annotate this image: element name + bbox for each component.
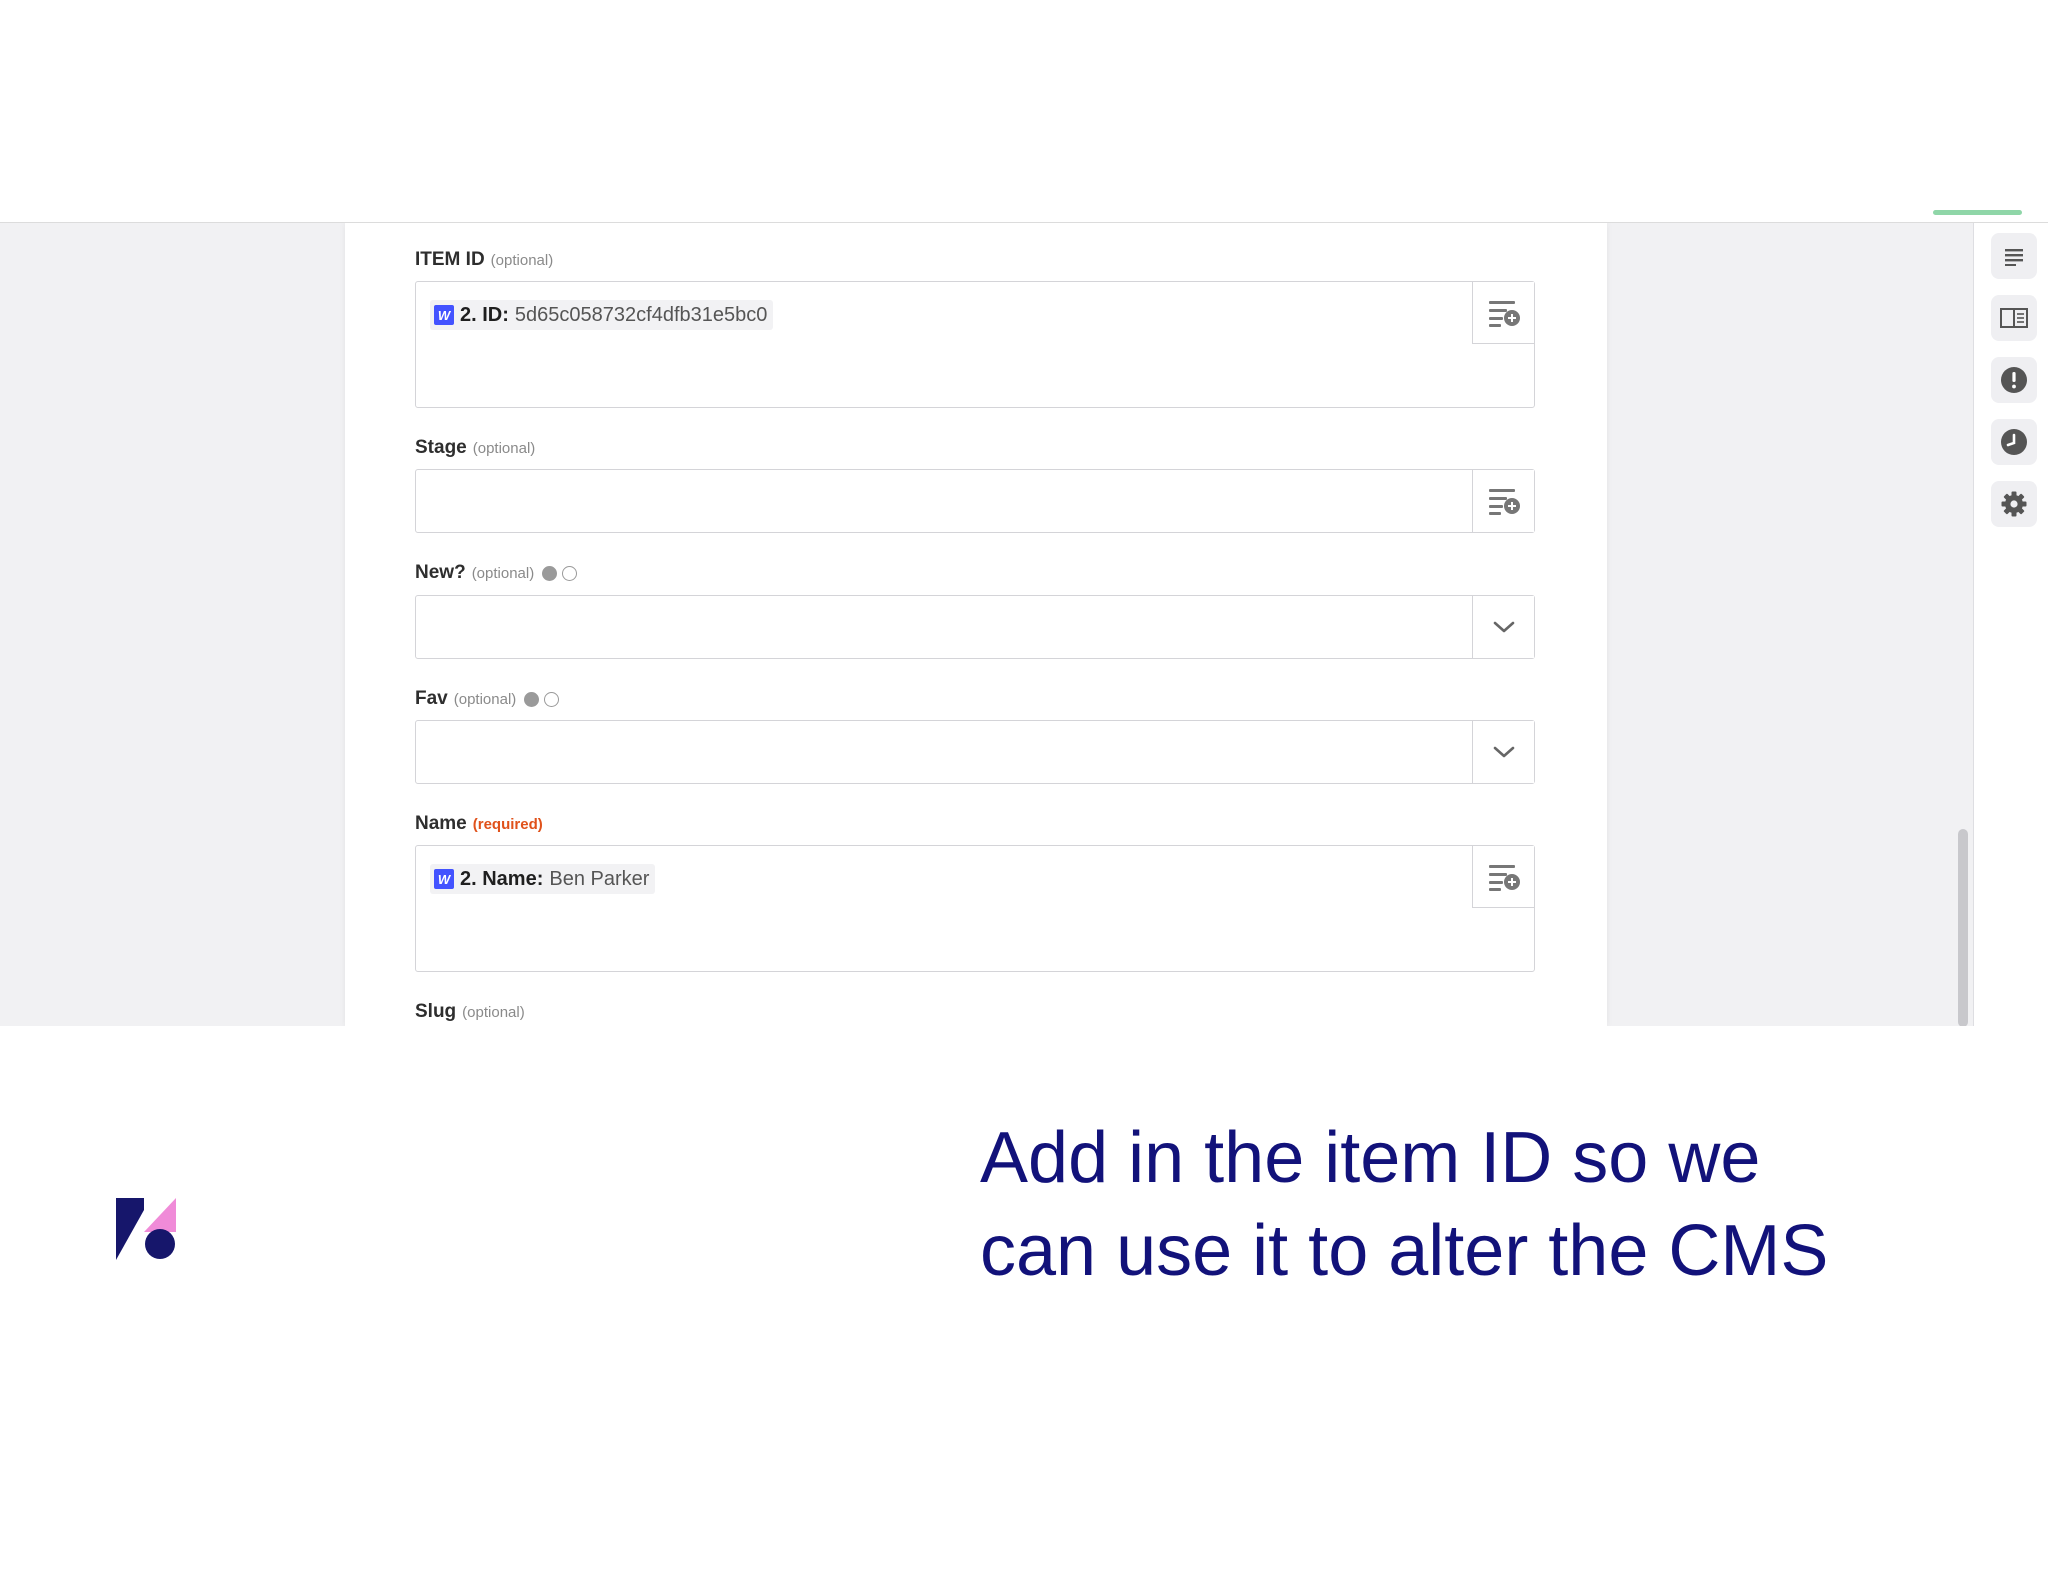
- insert-data-icon: [1488, 300, 1520, 327]
- gear-icon: [2001, 491, 2027, 517]
- item-id-token[interactable]: W 2. ID: 5d65c058732cf4dfb31e5bc0: [430, 300, 774, 330]
- insert-data-icon: [1488, 864, 1520, 891]
- insert-data-button[interactable]: [1472, 282, 1534, 344]
- list-icon: [2005, 249, 2023, 266]
- clock-icon: [2001, 429, 2027, 455]
- chevron-down-icon: [1493, 746, 1514, 758]
- chevron-down-icon: [1493, 621, 1514, 633]
- toggle-filled-icon[interactable]: [542, 565, 558, 581]
- scrollbar[interactable]: [1955, 223, 1971, 1026]
- history-button[interactable]: [1991, 419, 2037, 465]
- fav-label: Fav (optional): [415, 688, 560, 710]
- insert-data-button[interactable]: [1472, 846, 1534, 908]
- webflow-icon: W: [434, 869, 454, 889]
- name-token[interactable]: W 2. Name: Ben Parker: [430, 864, 656, 894]
- dropdown-button[interactable]: [1472, 596, 1534, 658]
- alert-icon: [2001, 367, 2027, 393]
- brand-logo: [114, 1196, 178, 1260]
- name-label: Name (required): [415, 813, 543, 834]
- progress-accent: [1933, 210, 2022, 215]
- scrollbar-thumb[interactable]: [1958, 829, 1968, 1026]
- toggle-empty-icon[interactable]: [562, 565, 578, 581]
- name-field[interactable]: W 2. Name: Ben Parker: [415, 845, 1535, 972]
- webflow-icon: W: [434, 305, 454, 325]
- new-select[interactable]: [415, 595, 1535, 659]
- right-toolbar: [1973, 223, 2048, 1026]
- logo-icon: [116, 1198, 176, 1260]
- new-label: New? (optional): [415, 562, 578, 584]
- stage-label: Stage (optional): [415, 437, 536, 458]
- caption-line-1: Add in the item ID so we: [980, 1118, 1761, 1198]
- item-id-label: ITEM ID (optional): [415, 249, 554, 270]
- outline-button[interactable]: [1991, 233, 2037, 279]
- docs-button[interactable]: [1991, 295, 2037, 341]
- fav-select[interactable]: [415, 720, 1535, 784]
- settings-button[interactable]: [1991, 481, 2037, 527]
- insert-data-button[interactable]: [1472, 470, 1534, 532]
- caption-text: Add in the item ID so we can use it to a…: [980, 1112, 2020, 1298]
- form-panel: ITEM ID (optional) W 2. ID: 5d65c058732c…: [345, 223, 1607, 1026]
- stage-field[interactable]: [415, 469, 1535, 533]
- insert-data-icon: [1488, 489, 1520, 515]
- caption-line-2: can use it to alter the CMS: [980, 1211, 1829, 1291]
- dropdown-button[interactable]: [1472, 721, 1534, 783]
- toggle-empty-icon[interactable]: [544, 691, 560, 707]
- toggle-filled-icon[interactable]: [524, 691, 540, 707]
- alerts-button[interactable]: [1991, 357, 2037, 403]
- screenshot-area: ITEM ID (optional) W 2. ID: 5d65c058732c…: [0, 222, 2048, 1026]
- slug-label: Slug (optional): [415, 1001, 525, 1022]
- book-icon: [2000, 308, 2028, 328]
- item-id-field[interactable]: W 2. ID: 5d65c058732cf4dfb31e5bc0: [415, 281, 1535, 408]
